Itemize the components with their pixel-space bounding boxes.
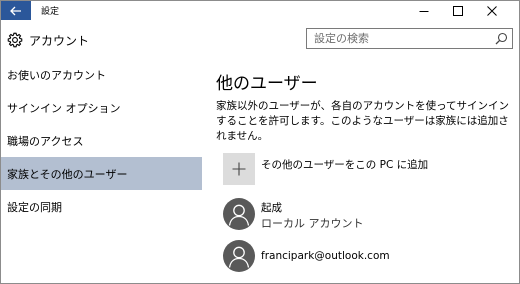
sidebar-item-label: サインイン オプション — [7, 101, 121, 115]
sidebar-item-label: 設定の同期 — [7, 200, 62, 214]
sidebar-item-your-account[interactable]: お使いのアカウント — [1, 58, 202, 91]
sidebar: お使いのアカウント サインイン オプション 職場のアクセス 家族とその他のユーザ… — [1, 58, 202, 283]
plus-tile[interactable] — [223, 153, 255, 185]
user-account-type: ローカル アカウント — [261, 217, 364, 230]
maximize-button[interactable] — [441, 1, 475, 20]
avatar — [223, 240, 255, 272]
add-user-label: その他のユーザーをこの PC に追加 — [261, 159, 429, 171]
sidebar-item-label: 家族とその他のユーザー — [7, 167, 128, 181]
search-box[interactable] — [306, 28, 513, 49]
minimize-icon — [419, 10, 429, 12]
user-item[interactable]: 起成 ローカル アカウント — [223, 198, 513, 232]
section-title: 他のユーザー — [216, 74, 318, 94]
maximize-icon — [453, 5, 463, 16]
search-icon[interactable] — [495, 32, 508, 45]
sidebar-item-sign-in-options[interactable]: サインイン オプション — [1, 91, 202, 124]
back-arrow-icon — [10, 6, 21, 15]
user-item[interactable]: francipark@outlook.com — [223, 240, 513, 274]
user-name: 起成 — [261, 202, 282, 214]
user-email: francipark@outlook.com — [261, 250, 390, 262]
user-avatar-icon — [228, 246, 250, 268]
close-icon — [487, 5, 497, 16]
title-bar: 設定 — [1, 1, 519, 20]
sidebar-item-sync-settings[interactable]: 設定の同期 — [1, 190, 202, 223]
page-title: アカウント — [29, 34, 90, 48]
sidebar-item-work-access[interactable]: 職場のアクセス — [1, 124, 202, 157]
avatar — [223, 198, 255, 230]
minimize-button[interactable] — [407, 1, 441, 20]
window-title: 設定 — [41, 7, 60, 17]
search-input[interactable] — [307, 29, 492, 48]
user-avatar-icon — [228, 204, 250, 226]
plus-icon — [232, 162, 246, 176]
section-description: 家族以外のユーザーが、各自のアカウントを使ってサインインすることを許可します。こ… — [216, 100, 510, 142]
sidebar-item-label: 職場のアクセス — [7, 134, 84, 148]
add-user-button[interactable]: その他のユーザーをこの PC に追加 — [223, 153, 513, 189]
sidebar-item-label: お使いのアカウント — [7, 68, 106, 82]
settings-window: 設定 アカウント 設定の検索 お使いのアカウント サインイン オプション 職場の… — [0, 0, 520, 284]
main-content: 他のユーザー 家族以外のユーザーが、各自のアカウントを使ってサインインすることを… — [202, 58, 519, 283]
close-button[interactable] — [475, 1, 509, 20]
gear-icon — [7, 32, 23, 48]
settings-header: アカウント — [1, 20, 519, 58]
back-button[interactable] — [1, 1, 31, 20]
sidebar-item-family-other-users[interactable]: 家族とその他のユーザー — [1, 157, 202, 190]
